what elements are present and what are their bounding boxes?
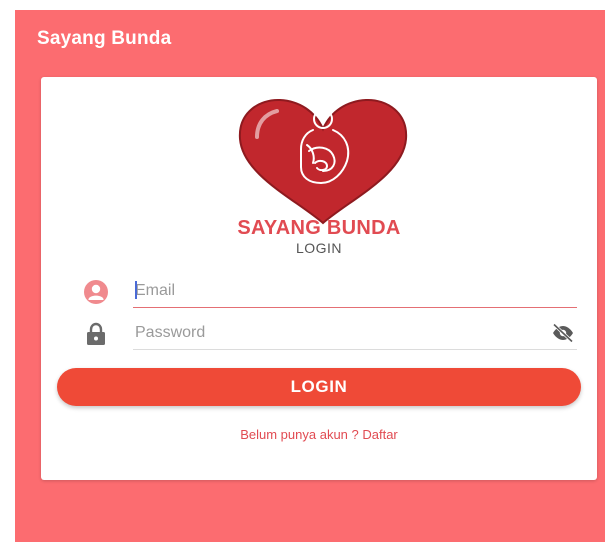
heart-pregnant-mother-icon <box>238 98 408 225</box>
register-link[interactable]: Belum punya akun ? Daftar <box>41 427 597 442</box>
email-input[interactable] <box>133 277 579 305</box>
text-cursor <box>135 281 137 299</box>
lock-icon <box>87 322 105 345</box>
login-button[interactable]: LOGIN <box>57 368 581 406</box>
password-input[interactable] <box>133 319 545 347</box>
email-field[interactable] <box>133 277 579 308</box>
password-field[interactable] <box>133 319 577 350</box>
brand-name: SAYANG BUNDA <box>237 217 401 239</box>
app-screen: Sayang Bunda SAYANG BUNDA LOGIN Email LO… <box>15 10 605 542</box>
app-bar-title: Sayang Bunda <box>37 28 172 49</box>
user-icon <box>84 280 108 304</box>
eye-off-icon[interactable] <box>551 323 575 343</box>
login-card: SAYANG BUNDA LOGIN LOGIN Belum <box>41 77 597 480</box>
login-subtitle: LOGIN <box>295 240 343 256</box>
